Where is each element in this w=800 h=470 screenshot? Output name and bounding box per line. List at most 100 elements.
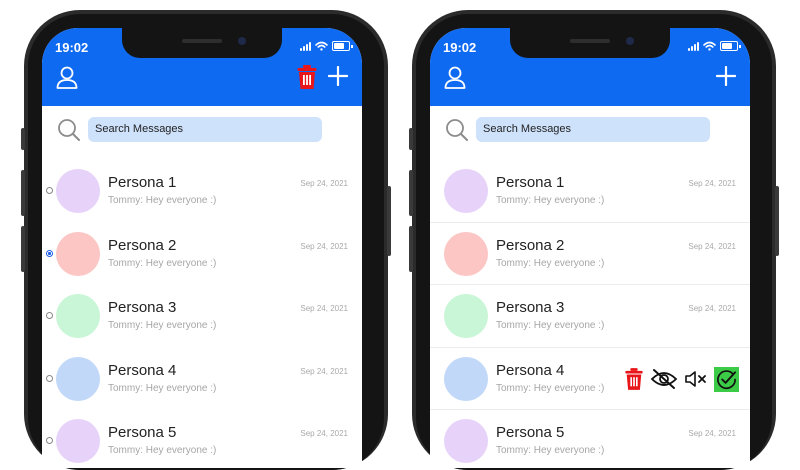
volume-down-button bbox=[409, 226, 413, 272]
avatar bbox=[444, 294, 488, 338]
conversation-row-swiped[interactable]: Persona 4 Tommy: Hey everyone :) bbox=[430, 347, 750, 410]
speaker-grille bbox=[570, 39, 610, 43]
message-date: Sep 24, 2021 bbox=[688, 304, 736, 313]
conversation-name: Persona 3 bbox=[496, 299, 565, 316]
speaker-grille bbox=[182, 39, 222, 43]
conversation-name: Persona 5 bbox=[496, 424, 565, 441]
battery-icon bbox=[720, 41, 741, 51]
power-button bbox=[387, 186, 391, 256]
notch bbox=[510, 28, 670, 58]
app-header: 19:02 bbox=[42, 28, 362, 106]
mute-switch bbox=[21, 128, 25, 150]
trash-icon[interactable] bbox=[296, 64, 318, 90]
avatar bbox=[444, 231, 488, 276]
conversation-row[interactable]: Persona 5 Tommy: Hey everyone :) Sep 24,… bbox=[430, 410, 750, 468]
status-icons bbox=[688, 41, 741, 51]
phone-left: 19:02 Search Messages Persona 1 Tommy: H… bbox=[21, 10, 391, 470]
conversation-row[interactable]: Persona 2 Tommy: Hey everyone :) Sep 24,… bbox=[42, 222, 362, 285]
search-bar: Search Messages bbox=[42, 106, 362, 160]
notch bbox=[122, 28, 282, 58]
conversation-name: Persona 3 bbox=[108, 299, 177, 316]
select-radio[interactable] bbox=[46, 312, 53, 319]
power-button bbox=[775, 186, 779, 256]
select-radio[interactable] bbox=[46, 187, 53, 194]
avatar bbox=[56, 169, 100, 213]
message-preview: Tommy: Hey everyone :) bbox=[496, 257, 605, 269]
phone-right: 19:02 Search Messages Persona 1 Tommy: H… bbox=[409, 10, 779, 470]
message-date: Sep 24, 2021 bbox=[300, 304, 348, 313]
conversation-row[interactable]: Persona 1 Tommy: Hey everyone :) Sep 24,… bbox=[42, 160, 362, 223]
message-preview: Tommy: Hey everyone :) bbox=[496, 195, 605, 206]
message-preview: Tommy: Hey everyone :) bbox=[108, 445, 217, 456]
plus-icon[interactable] bbox=[716, 66, 736, 86]
conversation-list: Persona 1 Tommy: Hey everyone :) Sep 24,… bbox=[430, 160, 750, 468]
message-date: Sep 24, 2021 bbox=[688, 429, 736, 438]
conversation-row[interactable]: Persona 2 Tommy: Hey everyone :) Sep 24,… bbox=[430, 222, 750, 285]
screen-left: 19:02 Search Messages Persona 1 Tommy: H… bbox=[42, 28, 362, 468]
search-input[interactable]: Search Messages bbox=[88, 117, 322, 142]
conversation-name: Persona 1 bbox=[496, 174, 565, 191]
person-icon[interactable] bbox=[56, 66, 78, 90]
search-bar: Search Messages bbox=[430, 106, 750, 160]
message-date: Sep 24, 2021 bbox=[300, 179, 348, 188]
message-date: Sep 24, 2021 bbox=[300, 429, 348, 438]
signal-icon bbox=[300, 41, 311, 51]
signal-icon bbox=[688, 41, 699, 51]
eye-slash-icon[interactable] bbox=[650, 368, 678, 390]
conversation-row[interactable]: Persona 1 Tommy: Hey everyone :) Sep 24,… bbox=[430, 160, 750, 223]
message-preview: Tommy: Hey everyone :) bbox=[108, 257, 217, 269]
check-circle-glyph bbox=[717, 369, 737, 389]
conversation-row[interactable]: Persona 4 Tommy: Hey everyone :) Sep 24,… bbox=[42, 347, 362, 410]
avatar bbox=[444, 356, 488, 401]
search-input[interactable]: Search Messages bbox=[476, 117, 710, 142]
message-date: Sep 24, 2021 bbox=[688, 179, 736, 188]
wifi-icon bbox=[703, 41, 716, 51]
conversation-row[interactable]: Persona 5 Tommy: Hey everyone :) Sep 24,… bbox=[42, 410, 362, 468]
avatar bbox=[444, 419, 488, 463]
front-camera bbox=[238, 37, 246, 45]
conversation-list: Persona 1 Tommy: Hey everyone :) Sep 24,… bbox=[42, 160, 362, 468]
select-radio[interactable] bbox=[46, 374, 53, 382]
conversation-name: Persona 2 bbox=[108, 236, 177, 254]
conversation-name: Persona 5 bbox=[108, 424, 177, 441]
message-date: Sep 24, 2021 bbox=[300, 241, 348, 251]
magnifier-icon[interactable] bbox=[57, 118, 81, 142]
trash-icon[interactable] bbox=[624, 367, 644, 391]
volume-up-button bbox=[409, 170, 413, 216]
conversation-name: Persona 4 bbox=[496, 361, 565, 379]
message-preview: Tommy: Hey everyone :) bbox=[108, 320, 217, 331]
status-time: 19:02 bbox=[55, 40, 89, 55]
person-icon[interactable] bbox=[444, 66, 466, 90]
magnifier-icon[interactable] bbox=[445, 118, 469, 142]
mute-switch bbox=[409, 128, 413, 150]
plus-icon[interactable] bbox=[328, 66, 348, 86]
volume-down-button bbox=[21, 226, 25, 272]
avatar bbox=[56, 231, 100, 276]
wifi-icon bbox=[315, 41, 328, 51]
conversation-row[interactable]: Persona 3 Tommy: Hey everyone :) Sep 24,… bbox=[42, 285, 362, 348]
mute-icon[interactable] bbox=[684, 370, 708, 388]
avatar bbox=[444, 169, 488, 213]
check-circle-icon[interactable] bbox=[714, 366, 739, 392]
battery-icon bbox=[332, 41, 353, 51]
select-radio[interactable] bbox=[46, 437, 53, 444]
message-preview: Tommy: Hey everyone :) bbox=[108, 382, 217, 394]
screen-right: 19:02 Search Messages Persona 1 Tommy: H… bbox=[430, 28, 750, 468]
avatar bbox=[56, 419, 100, 463]
message-preview: Tommy: Hey everyone :) bbox=[496, 320, 605, 331]
select-radio-checked[interactable] bbox=[46, 249, 53, 257]
avatar bbox=[56, 356, 100, 401]
message-preview: Tommy: Hey everyone :) bbox=[496, 382, 605, 394]
avatar bbox=[56, 294, 100, 338]
conversation-row[interactable]: Persona 3 Tommy: Hey everyone :) Sep 24,… bbox=[430, 285, 750, 348]
conversation-name: Persona 4 bbox=[108, 361, 177, 379]
message-preview: Tommy: Hey everyone :) bbox=[108, 195, 217, 206]
conversation-name: Persona 2 bbox=[496, 236, 565, 254]
volume-up-button bbox=[21, 170, 25, 216]
conversation-name: Persona 1 bbox=[108, 174, 177, 191]
message-date: Sep 24, 2021 bbox=[300, 366, 348, 376]
row-actions bbox=[624, 366, 739, 392]
app-header: 19:02 bbox=[430, 28, 750, 106]
status-icons bbox=[300, 41, 353, 51]
status-time: 19:02 bbox=[443, 40, 477, 55]
